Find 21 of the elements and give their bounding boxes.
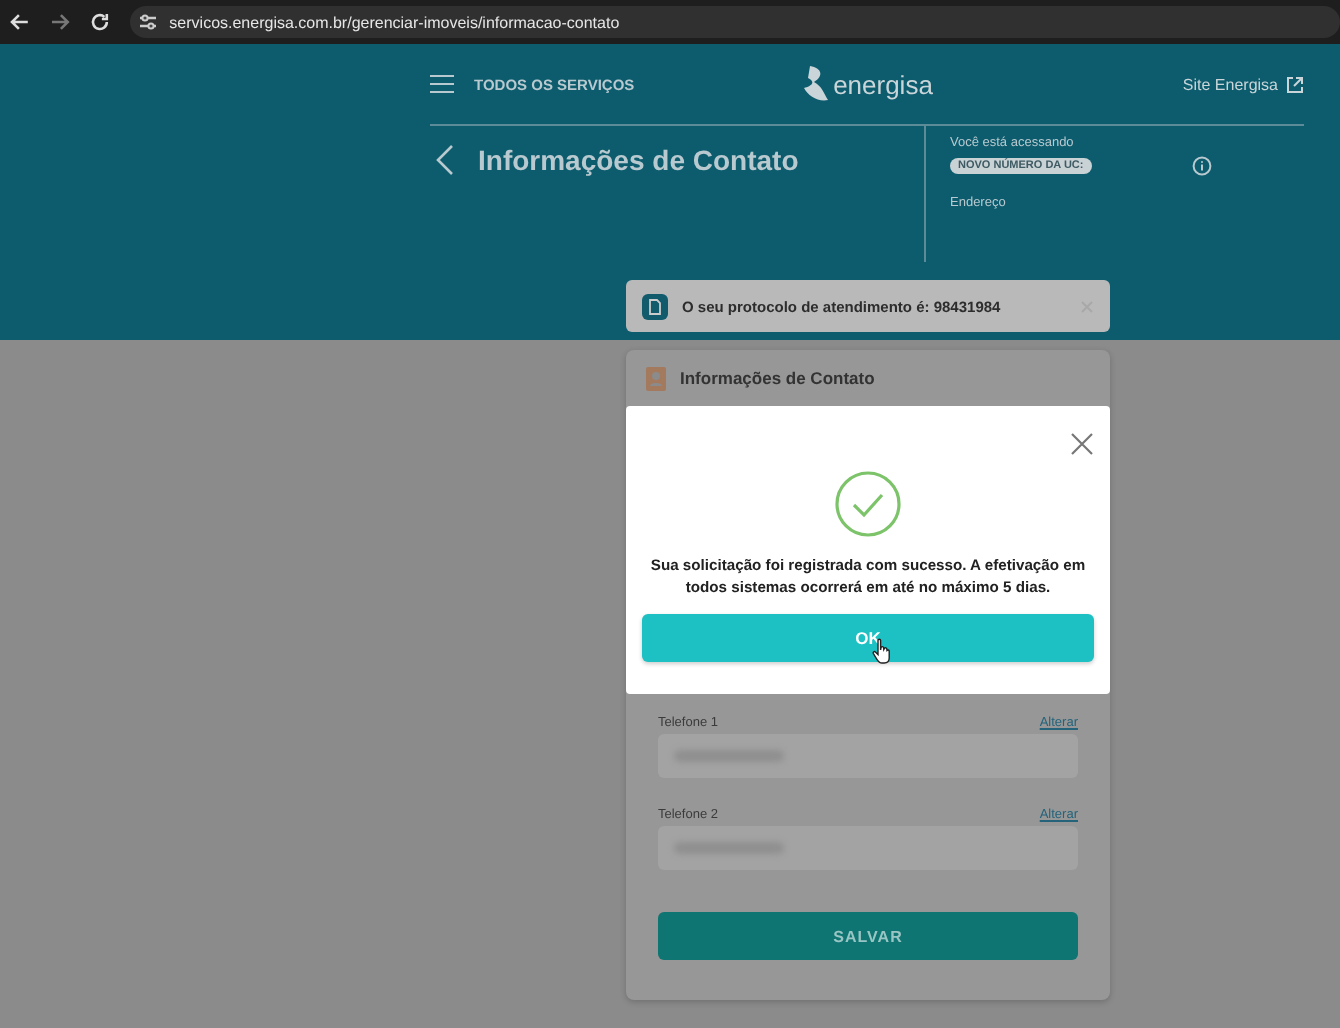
info-icon[interactable] (1191, 156, 1212, 176)
external-link-icon (1286, 75, 1304, 93)
ok-button[interactable]: OK (642, 614, 1094, 662)
success-check-icon (834, 470, 902, 538)
contact-book-icon (644, 365, 668, 391)
close-icon[interactable] (1070, 432, 1094, 456)
back-icon[interactable] (10, 12, 30, 32)
address-bar[interactable]: servicos.energisa.com.br/gerenciar-imoveis/informacao-contato (129, 6, 1340, 38)
site-link[interactable]: Site Energisa (964, 75, 1304, 93)
url-text: servicos.energisa.com.br/gerenciar-imoveis/informacao-contato (169, 13, 620, 31)
menu-icon[interactable] (430, 74, 454, 94)
site-settings-icon[interactable] (137, 12, 158, 32)
card-title: Informações de Contato (680, 368, 875, 388)
logo-text: energisa (833, 69, 933, 99)
back-chevron-icon[interactable] (436, 144, 454, 176)
document-icon (642, 293, 668, 319)
page-title: Informações de Contato (478, 144, 799, 176)
reload-icon[interactable] (89, 12, 110, 32)
logo-icon (801, 64, 830, 104)
forward-icon[interactable] (49, 12, 70, 32)
save-button[interactable]: SALVAR (658, 912, 1078, 960)
